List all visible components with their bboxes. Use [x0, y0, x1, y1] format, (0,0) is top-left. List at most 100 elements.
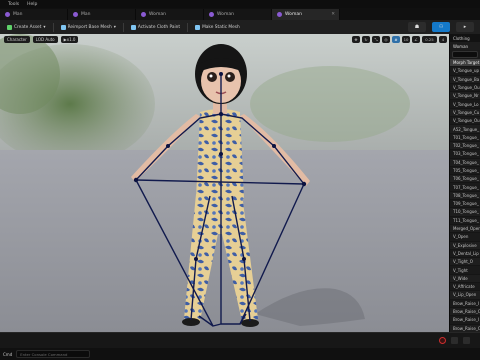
lod-menu-button[interactable]: LOD Auto [32, 36, 58, 43]
list-item[interactable]: T11_Tongue_ [450, 217, 480, 225]
list-item[interactable]: V_Explosive [450, 241, 480, 250]
skeletal-mesh-icon [209, 12, 214, 17]
grid-snap-value[interactable]: 10 [402, 36, 410, 43]
create-asset-button[interactable]: Create Asset ▾ [4, 22, 49, 32]
list-item[interactable]: V_Tight_O [450, 258, 480, 267]
tab-man-1[interactable]: Man [0, 9, 68, 20]
list-item[interactable]: T04_Tongue_ [450, 158, 480, 167]
timeline-bar [0, 332, 480, 348]
console-command-input[interactable]: Enter Console Command [16, 350, 91, 358]
reimport-label: Reimport Base Mesh [67, 24, 112, 30]
reimport-icon [60, 24, 66, 30]
skeletal-mesh-icon [277, 12, 282, 17]
reimport-base-mesh-button[interactable]: Reimport Base Mesh ▾ [58, 22, 119, 32]
animation-icon: ▸ [463, 24, 467, 30]
make-static-label: Make Static Mesh [202, 24, 240, 30]
list-item[interactable]: V_Tongue_up [450, 67, 480, 76]
make-static-mesh-button[interactable]: Make Static Mesh [192, 22, 243, 32]
asset-toolbar: Create Asset ▾ Reimport Base Mesh ▾ Activa… [0, 20, 480, 34]
playback-speed-button[interactable]: ▶ x1.0 [60, 36, 79, 43]
list-item[interactable]: V_Tongue_Cu [450, 108, 480, 118]
list-item[interactable]: V_Tongue_Lo [450, 100, 480, 109]
list-item[interactable]: T01_Tongue_ [450, 134, 480, 142]
search-input[interactable] [452, 51, 478, 58]
list-item[interactable]: T08_Tongue_ [450, 191, 480, 201]
mesh-mode-button[interactable]: ⚇ [432, 22, 450, 32]
record-icon[interactable] [439, 337, 446, 344]
rotation-snap-icon[interactable]: ∠ [412, 36, 420, 43]
background-tree [250, 66, 410, 142]
list-item[interactable]: V_Tongue_Ou [450, 84, 480, 93]
list-header[interactable]: Morph Target [450, 59, 480, 68]
static-mesh-icon [195, 24, 201, 30]
settings-icon[interactable] [463, 337, 470, 344]
tab-woman-active[interactable]: Woman ✕ [272, 9, 340, 20]
list-item[interactable]: T03_Tongue_ [450, 150, 480, 159]
world-local-icon[interactable]: ◎ [382, 36, 390, 43]
list-item[interactable]: Brow_Raise_I [450, 316, 480, 325]
viewport[interactable]: Character LOD Auto ▶ x1.0 ✥ ↻ ⤡ ◎ # 10 ∠… [0, 34, 449, 332]
list-item[interactable]: T09_Tongue_ [450, 200, 480, 209]
list-item[interactable]: T10_Tongue_ [450, 208, 480, 217]
list-item[interactable]: T05_Tongue_ [450, 167, 480, 176]
list-item[interactable]: V_Lip_Open [450, 291, 480, 300]
list-item[interactable]: V_Tight [450, 266, 480, 275]
tab-woman-2[interactable]: Woman [204, 9, 272, 20]
list-item[interactable]: A52_Tongue_ [450, 125, 480, 134]
divider [187, 22, 189, 32]
stop-icon[interactable] [451, 337, 458, 344]
tab-label: Man [13, 12, 23, 17]
list-item[interactable]: T02_Tongue_ [450, 141, 480, 151]
document-tab-bar: Man Man Woman Woman Woman ✕ [0, 8, 480, 20]
close-icon[interactable]: ✕ [331, 12, 335, 17]
camera-speed-value[interactable]: 4 [439, 36, 447, 43]
panel-tab-clothing[interactable]: Clothing [450, 34, 480, 42]
list-item[interactable]: T06_Tongue_ [450, 175, 480, 184]
skeletal-mesh-icon [5, 12, 10, 17]
activate-cloth-label: Activate Cloth Paint [137, 24, 181, 30]
list-item[interactable]: V_Open [450, 233, 480, 242]
skeleton-mode-button[interactable]: ☗ [408, 22, 426, 32]
list-item[interactable]: V_Dental_Lip [450, 250, 480, 259]
tab-woman-1[interactable]: Woman [136, 9, 204, 20]
character-eye-highlight [227, 74, 231, 78]
list-item[interactable]: V_Tongue_Ou [450, 117, 480, 126]
scale-snap-value[interactable]: 0.25 [422, 36, 437, 43]
status-bar: Cmd Enter Console Command [0, 348, 480, 360]
menu-item-help[interactable]: Help [27, 2, 37, 7]
chevron-down-icon: ▾ [113, 24, 116, 30]
transform-rotate-icon[interactable]: ↻ [362, 36, 370, 43]
activate-cloth-paint-button[interactable]: Activate Cloth Paint [128, 22, 183, 32]
list-item[interactable]: V_Affricate [450, 283, 480, 292]
character-eye-highlight [209, 74, 213, 78]
tab-label: Man [81, 12, 91, 17]
list-item[interactable]: Brow_Raise_C [450, 324, 480, 332]
list-item[interactable]: Merged_Open [450, 224, 480, 234]
create-asset-label: Create Asset [14, 24, 42, 30]
skeleton-icon: ☗ [414, 24, 420, 30]
animation-mode-button[interactable]: ▸ [456, 22, 474, 32]
cmd-label[interactable]: Cmd [3, 352, 12, 357]
list-item[interactable]: Brow_Raise_C [450, 307, 480, 317]
tab-label: Woman [285, 12, 302, 17]
list-item[interactable]: V_Tongue_Nr [450, 92, 480, 101]
tab-man-2[interactable]: Man [68, 9, 136, 20]
list-item[interactable]: Brow_Raise_I [450, 300, 480, 308]
speed-label: x1.0 [66, 37, 76, 42]
skeletal-mesh-icon [73, 12, 78, 17]
morph-target-list: Morph Target V_Tongue_up V_Tongue_Ba V_Tong… [450, 59, 480, 332]
transform-move-icon[interactable]: ✥ [352, 36, 360, 43]
list-item[interactable]: V_Tongue_Ba [450, 75, 480, 84]
grid-snap-icon[interactable]: # [392, 36, 400, 43]
list-item[interactable]: T07_Tongue_ [450, 183, 480, 192]
viewport-top-left-controls: Character LOD Auto ▶ x1.0 [4, 36, 79, 43]
skeletal-mesh-icon [141, 12, 146, 17]
add-icon [7, 24, 12, 30]
panel-asset-header: Woman [450, 42, 480, 50]
list-item[interactable]: V_Wide [450, 274, 480, 284]
details-panel: Clothing Woman Morph Target V_Tongue_up V_… [449, 34, 480, 332]
menu-item-tools[interactable]: Tools [8, 2, 19, 7]
transform-scale-icon[interactable]: ⤡ [372, 36, 380, 43]
perspective-menu-button[interactable]: Character [4, 36, 30, 43]
tab-label: Woman [217, 12, 234, 17]
